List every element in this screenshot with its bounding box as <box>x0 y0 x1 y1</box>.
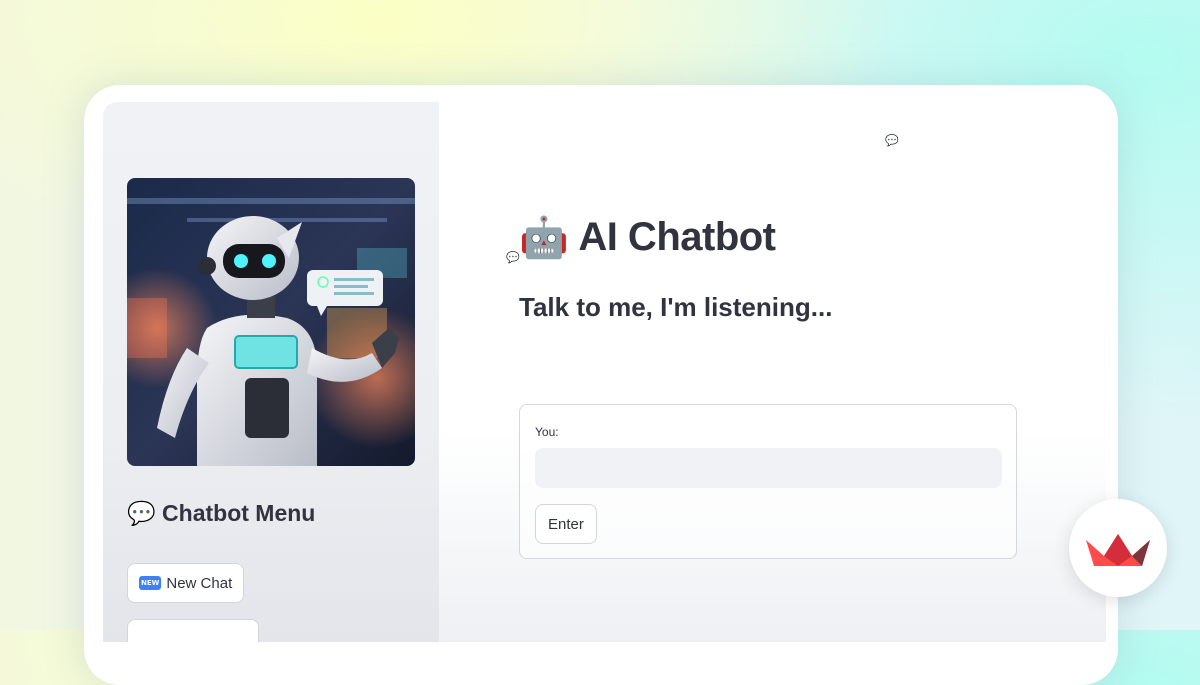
floating-speech-bubble-icon: 💬 <box>885 134 899 147</box>
page-title: 🤖 AI Chatbot <box>519 215 776 260</box>
enter-button[interactable]: Enter <box>535 504 597 544</box>
input-label: You: <box>535 425 559 439</box>
new-badge-icon: NEW <box>139 576 162 590</box>
chat-form: You: Enter <box>519 404 1017 559</box>
streamlit-logo[interactable] <box>1069 499 1167 597</box>
new-chat-button[interactable]: NEW New Chat <box>127 563 245 603</box>
sidebar-menu-title: 💬 Chatbot Menu <box>127 500 316 526</box>
floating-speech-bubble-icon: 💬 <box>506 251 520 264</box>
crown-icon <box>1086 534 1150 566</box>
main-panel: 💬 💬 🤖 AI Chatbot Talk to me, I'm listeni… <box>439 102 1106 642</box>
robot-face-icon: 🤖 <box>519 216 569 260</box>
sidebar: 💬 Chatbot Menu NEW New Chat <box>103 102 439 642</box>
app-container: 💬 Chatbot Menu NEW New Chat 💬 💬 🤖 AI Cha… <box>103 102 1106 642</box>
message-input[interactable] <box>535 448 1002 488</box>
robot-hero-image <box>127 178 415 466</box>
speech-balloon-icon: 💬 <box>127 500 156 526</box>
page-subtitle: Talk to me, I'm listening... <box>519 292 833 322</box>
sidebar-button-partial[interactable] <box>127 619 259 642</box>
